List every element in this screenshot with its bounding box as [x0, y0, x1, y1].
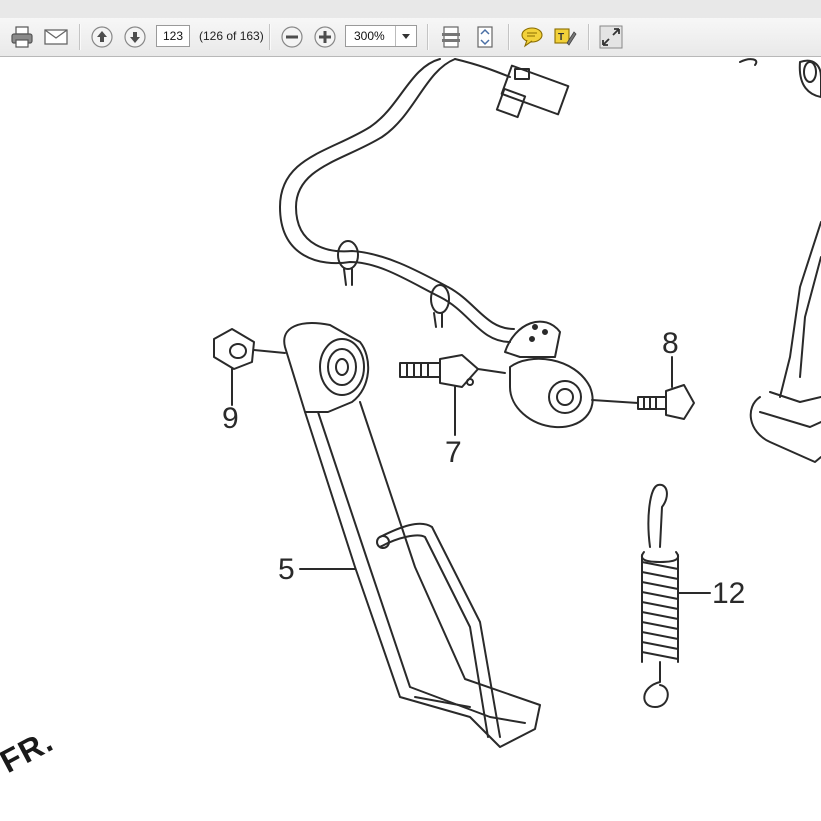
email-button[interactable] — [42, 24, 70, 50]
highlight-text-button[interactable]: T — [551, 24, 579, 50]
callout-12: 12 — [712, 577, 746, 610]
adjacent-parts — [739, 58, 821, 463]
printer-icon — [11, 26, 33, 48]
spring-12 — [641, 483, 711, 708]
zoom-in-button[interactable] — [312, 24, 338, 50]
zoom-select[interactable]: 300% — [345, 25, 417, 47]
fullscreen-button[interactable] — [598, 24, 624, 50]
minus-circle-icon — [281, 26, 303, 48]
side-stand-5 — [283, 322, 541, 748]
page-number-input[interactable] — [156, 25, 190, 47]
toolbar-separator — [508, 24, 510, 50]
envelope-icon — [44, 29, 68, 45]
nut-9 — [213, 328, 286, 406]
page-count-label: (126 of 163) — [199, 29, 264, 43]
text-highlight-icon: T — [554, 28, 577, 46]
arrow-up-icon — [91, 26, 113, 48]
zoom-value: 300% — [354, 29, 385, 43]
previous-page-button[interactable] — [89, 24, 115, 50]
callout-5: 5 — [278, 553, 295, 586]
expand-icon — [599, 25, 623, 49]
callout-9: 9 — [222, 402, 239, 435]
add-comment-button[interactable] — [518, 24, 546, 50]
parts-diagram — [213, 58, 821, 748]
window-title-strip — [0, 0, 821, 19]
side-stand-switch — [504, 320, 594, 429]
fit-width-icon — [477, 26, 493, 48]
callout-8: 8 — [662, 327, 679, 360]
fit-width-button[interactable] — [471, 24, 499, 50]
toolbar-separator — [427, 24, 429, 50]
plus-circle-icon — [314, 26, 336, 48]
document-viewport[interactable]: 8 9 7 5 12 — [0, 57, 821, 821]
print-button[interactable] — [8, 24, 36, 50]
wire-connector — [495, 64, 570, 119]
bolt-7 — [399, 354, 506, 436]
fit-page-button[interactable] — [437, 24, 465, 50]
svg-text:T: T — [558, 32, 564, 43]
speech-bubble-icon — [521, 27, 543, 48]
fit-page-icon — [442, 26, 460, 48]
chevron-down-icon[interactable] — [395, 26, 416, 46]
toolbar-separator — [79, 24, 81, 50]
pdf-toolbar: (126 of 163) 300% — [0, 18, 821, 57]
toolbar-separator — [269, 24, 271, 50]
wire-harness — [279, 58, 515, 343]
arrow-down-icon — [124, 26, 146, 48]
toolbar-separator — [588, 24, 590, 50]
zoom-out-button[interactable] — [279, 24, 305, 50]
callout-7: 7 — [445, 436, 462, 469]
harness-clips — [337, 240, 450, 328]
next-page-button[interactable] — [122, 24, 148, 50]
bolt-8 — [591, 356, 695, 420]
